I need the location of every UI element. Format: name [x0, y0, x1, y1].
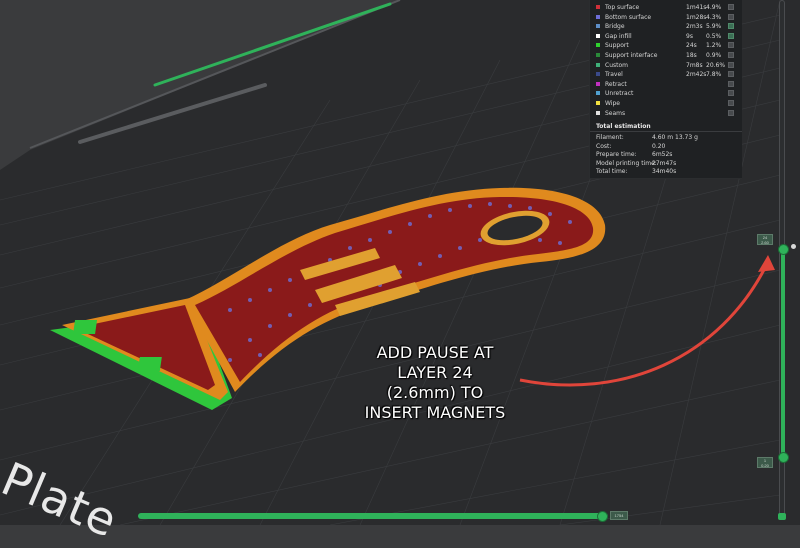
legend-time: 1m28s	[686, 13, 707, 21]
legend-time: 2m3s	[686, 23, 703, 31]
legend-percent: 0.9%	[706, 52, 722, 59]
legend-time: 1m41s	[686, 4, 707, 11]
legend-row[interactable]: Support 24s 1.2%	[596, 41, 734, 50]
legend-visibility-checkbox[interactable]	[728, 4, 734, 10]
legend-label: Travel	[605, 71, 623, 79]
legend-percent: 20.6%	[706, 61, 726, 69]
annotation-line: (2.6mm) TO	[386, 383, 484, 402]
legend-panel: Total estimation Top surface 1m41s 4.9% Bot…	[589, 0, 742, 179]
legend-row[interactable]: Travel 2m42s 7.8%	[596, 70, 734, 79]
estimation-label: Cost:	[596, 142, 612, 150]
legend-swatch	[596, 14, 600, 19]
move-slider-tag: 1754	[610, 511, 628, 520]
move-slider-track[interactable]	[138, 513, 608, 519]
estimation-value: 6m52s	[652, 151, 673, 158]
legend-visibility-checkbox[interactable]	[728, 42, 734, 49]
annotation-line: ADD PAUSE AT	[376, 343, 494, 362]
legend-label: Support interface	[605, 52, 658, 59]
legend-visibility-checkbox[interactable]	[728, 90, 734, 97]
legend-visibility-checkbox[interactable]	[728, 52, 734, 58]
legend-swatch	[596, 62, 600, 67]
legend-label: Bridge	[605, 23, 625, 31]
legend-percent: 4.3%	[706, 13, 722, 21]
legend-label: Retract	[605, 80, 627, 88]
legend-divider	[590, 131, 742, 132]
layer-slider-bottom-handle[interactable]	[778, 452, 789, 463]
legend-visibility-checkbox[interactable]	[728, 13, 734, 20]
magnet-pocket	[137, 357, 162, 371]
legend-swatch	[596, 91, 600, 96]
legend-visibility-checkbox[interactable]	[728, 100, 734, 106]
legend-swatch	[596, 24, 600, 29]
legend-label: Wipe	[605, 100, 620, 107]
estimation-value: 0.20	[652, 142, 666, 150]
legend-visibility-checkbox[interactable]	[728, 109, 734, 116]
legend-swatch	[596, 81, 600, 86]
move-slider-end[interactable]	[778, 513, 786, 520]
legend-time: 24s	[686, 42, 697, 50]
legend-row[interactable]: Custom 7m8s 20.6%	[596, 61, 734, 70]
legend-label: Gap infill	[605, 32, 632, 40]
legend-visibility-checkbox[interactable]	[728, 61, 734, 68]
legend-row[interactable]: Top surface 1m41s 4.9%	[596, 3, 734, 12]
layer-slider-top-handle[interactable]	[778, 244, 789, 255]
move-slider-handle[interactable]	[597, 511, 608, 522]
legend-swatch	[596, 72, 600, 77]
legend-row[interactable]: Unretract	[596, 89, 734, 98]
legend-time: 2m42s	[686, 71, 707, 79]
legend-swatch	[596, 53, 600, 57]
legend-row[interactable]: Support interface 18s 0.9%	[596, 51, 734, 60]
slider-menu-dot[interactable]	[791, 244, 796, 249]
legend-swatch	[596, 110, 600, 115]
estimation-value: 34m40s	[652, 168, 677, 175]
legend-percent: 0.5%	[706, 32, 722, 40]
estimation-label: Total time:	[596, 168, 628, 175]
magnet-pocket	[73, 320, 98, 334]
legend-label: Custom	[605, 61, 628, 69]
legend-time: 9s	[686, 32, 693, 40]
annotation-line: INSERT MAGNETS	[364, 403, 506, 422]
legend-row[interactable]: Bottom surface 1m28s 4.3%	[596, 13, 734, 22]
legend-time: 7m8s	[686, 61, 703, 69]
layer-top-tag: 24 2.60	[757, 234, 773, 245]
estimation-label: Prepare time:	[596, 151, 637, 158]
estimation-label: Model printing time:	[596, 159, 657, 167]
estimation-value: 4.60 m 13.73 g	[652, 134, 698, 141]
legend-time: 18s	[686, 52, 697, 59]
legend-percent: 5.9%	[706, 23, 722, 31]
legend-row[interactable]: Gap infill 9s 0.5%	[596, 32, 734, 41]
estimation-value: 27m47s	[652, 159, 677, 167]
legend-percent: 7.8%	[706, 71, 722, 79]
legend-percent: 1.2%	[706, 42, 722, 50]
legend-label: Unretract	[605, 90, 634, 98]
annotation-text: ADD PAUSE AT LAYER 24 (2.6mm) TO INSERT MAG…	[340, 343, 530, 423]
legend-visibility-checkbox[interactable]	[728, 80, 734, 87]
legend-swatch	[596, 43, 600, 48]
legend-visibility-checkbox[interactable]	[728, 71, 734, 78]
layer-bottom-tag: 1 0.20	[757, 457, 773, 468]
legend-label: Top surface	[605, 4, 640, 11]
legend-swatch	[596, 33, 600, 38]
legend-row[interactable]: Bridge 2m3s 5.9%	[596, 22, 734, 31]
legend-swatch	[596, 101, 600, 105]
legend-label: Seams	[605, 109, 626, 117]
legend-swatch	[596, 5, 600, 9]
legend-visibility-checkbox[interactable]	[728, 32, 734, 39]
legend-label: Bottom surface	[605, 13, 652, 21]
estimation-label: Filament:	[596, 134, 624, 141]
estimation-title: Total estimation	[596, 123, 651, 130]
legend-row[interactable]: Retract	[596, 80, 734, 89]
legend-percent: 4.9%	[706, 4, 722, 11]
legend-row[interactable]: Seams	[596, 109, 734, 118]
annotation-line: LAYER 24	[397, 363, 473, 382]
legend-visibility-checkbox[interactable]	[728, 23, 734, 30]
legend-row[interactable]: Wipe	[596, 99, 734, 108]
legend-label: Support	[605, 42, 629, 50]
layer-slider-fill	[781, 245, 785, 457]
